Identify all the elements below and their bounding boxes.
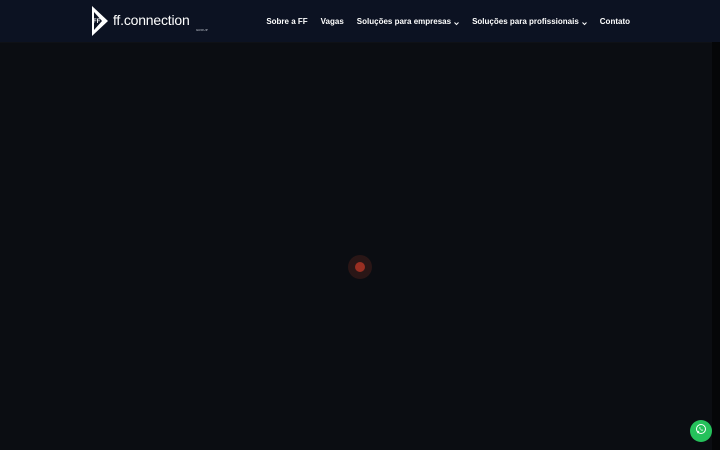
nav-item-label: Vagas <box>320 16 344 26</box>
nav-item-label: Sobre a FF <box>266 16 308 26</box>
nav-item-solucoes-profissionais[interactable]: Soluções para profissionais <box>472 17 587 26</box>
nav-item-label: Contato <box>599 16 630 26</box>
nav-item-label: Soluções para empresas <box>356 16 452 26</box>
nav-item-solucoes-empresas[interactable]: Soluções para empresas <box>357 17 459 26</box>
svg-text:FF: FF <box>93 19 101 25</box>
chevron-down-icon <box>581 19 587 25</box>
site-header: FF ff.connection GROUP Sobre a FF Vagas … <box>0 0 720 42</box>
chevron-down-icon <box>454 19 459 25</box>
logo-sub: GROUP <box>196 28 209 32</box>
loading-dot <box>355 262 365 272</box>
nav-item-label: Soluções para profissionais <box>472 16 579 26</box>
page: FF ff.connection GROUP Sobre a FF Vagas … <box>0 0 720 450</box>
logo-name: ff.connection <box>113 12 190 28</box>
logo[interactable]: FF ff.connection GROUP <box>90 6 208 36</box>
nav-item-contato[interactable]: Contato <box>600 17 630 26</box>
nav-item-vagas[interactable]: Vagas <box>321 17 344 26</box>
main-nav: Sobre a FF Vagas Soluções para empresas … <box>266 0 630 42</box>
nav-item-sobre[interactable]: Sobre a FF <box>266 17 307 26</box>
loading-spinner-icon <box>348 255 372 279</box>
whatsapp-icon <box>695 422 707 440</box>
logo-mark-icon: FF <box>90 6 110 36</box>
whatsapp-button[interactable] <box>690 420 712 442</box>
scrollbar-track[interactable] <box>712 42 720 450</box>
